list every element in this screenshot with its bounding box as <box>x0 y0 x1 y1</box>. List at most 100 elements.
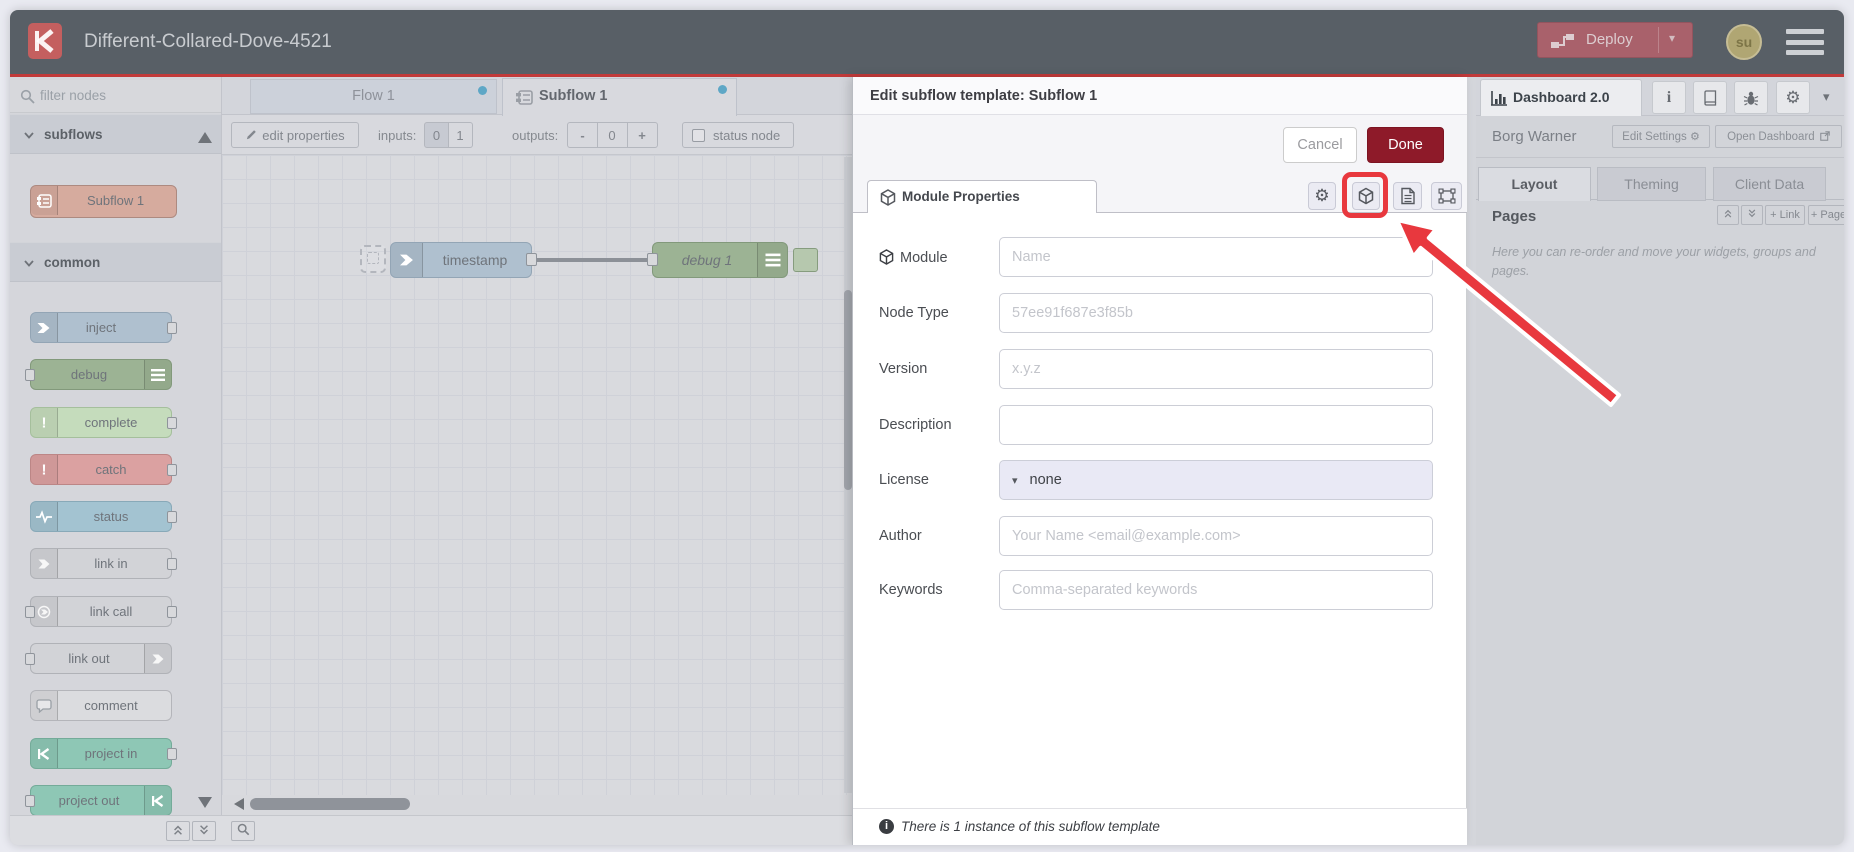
node-red-window: Different-Collared-Dove-4521 Deploy ▾ su… <box>10 10 1844 845</box>
cube-icon <box>879 249 894 265</box>
chart-icon <box>1491 91 1507 106</box>
cube-icon <box>880 189 896 206</box>
zoom-search-button[interactable] <box>231 821 255 841</box>
palette-node-debug[interactable]: debug <box>25 359 172 390</box>
output-port <box>167 748 177 760</box>
add-link-button[interactable]: + Link <box>1765 205 1805 225</box>
status-node-toggle[interactable]: status node <box>682 122 794 148</box>
appearance-button[interactable] <box>1431 182 1462 210</box>
dashboard-section-header: Borg Warner Edit Settings ⚙ Open Dashboa… <box>1476 116 1844 158</box>
sidebar-splitter[interactable] <box>1466 77 1476 845</box>
help-tab-button[interactable] <box>1693 81 1727 114</box>
info-tab-button[interactable]: i <box>1652 81 1686 114</box>
inputs-1-button[interactable]: 1 <box>448 122 473 148</box>
palette-scroll-up-icon[interactable] <box>198 132 212 143</box>
unsaved-dot <box>718 85 727 94</box>
open-dashboard-button[interactable]: Open Dashboard <box>1715 125 1842 148</box>
unsaved-dot <box>478 86 487 95</box>
palette-node-subflow1[interactable]: Subflow 1 <box>30 185 177 218</box>
dashboard-subtabs: Layout Theming Client Data <box>1476 158 1844 201</box>
license-dropdown[interactable]: ▾ none <box>999 460 1433 500</box>
author-input[interactable] <box>999 516 1433 556</box>
annotation-arrow <box>1395 218 1622 407</box>
inputs-0-button[interactable]: 0 <box>424 122 449 148</box>
debug-enable-toggle[interactable] <box>793 248 818 272</box>
hscroll-thumb[interactable] <box>250 798 410 810</box>
field-label: Node Type <box>879 305 949 321</box>
move-up-button[interactable] <box>1717 205 1739 225</box>
expand-all-button[interactable] <box>192 821 216 841</box>
palette-search[interactable]: filter nodes <box>10 80 221 113</box>
subflow-toolbar: edit properties inputs: 0 1 outputs: - 0… <box>222 115 852 155</box>
config-tab-button[interactable]: ⚙ <box>1776 81 1810 114</box>
palette-category-subflows[interactable]: subflows <box>10 114 221 154</box>
outputs-plus-button[interactable]: + <box>627 122 658 148</box>
output-port <box>167 464 177 476</box>
edit-settings-button[interactable]: Edit Settings ⚙ <box>1612 125 1710 148</box>
collapse-all-button[interactable] <box>166 821 190 841</box>
deploy-divider <box>1658 27 1659 53</box>
field-label: Author <box>879 528 922 544</box>
palette-node-project-in[interactable]: project in <box>30 738 177 769</box>
tab-theming[interactable]: Theming <box>1597 167 1706 201</box>
dialog-footer: i There is 1 instance of this subflow te… <box>853 808 1467 845</box>
palette-node-link-call[interactable]: link call <box>25 596 177 627</box>
output-port[interactable] <box>526 253 537 266</box>
right-sidebar: Dashboard 2.0 i ⚙ ▾ Borg Warner Edit Set… <box>1476 77 1844 845</box>
input-port[interactable] <box>647 253 658 266</box>
properties-gear-button[interactable]: ⚙ <box>1308 182 1336 210</box>
canvas-footer <box>222 815 852 845</box>
user-avatar[interactable]: su <box>1726 24 1762 60</box>
tab-flow-1[interactable]: Flow 1 <box>250 79 497 114</box>
canvas-node-debug1[interactable]: debug 1 <box>647 242 788 278</box>
hscroll-left-arrow[interactable] <box>234 798 244 810</box>
deploy-button[interactable]: Deploy ▾ <box>1537 22 1693 58</box>
document-icon <box>1400 187 1415 205</box>
debug-tab-button[interactable] <box>1734 81 1768 114</box>
vscroll-thumb[interactable] <box>844 290 852 490</box>
main-menu-icon[interactable] <box>1786 29 1824 55</box>
pencil-icon <box>247 129 257 139</box>
edit-properties-button[interactable]: edit properties <box>231 122 359 148</box>
magnifier-icon <box>237 823 249 836</box>
tab-client-data[interactable]: Client Data <box>1713 167 1826 201</box>
deploy-caret-icon[interactable]: ▾ <box>1669 31 1675 45</box>
sidebar-more-caret-icon[interactable]: ▾ <box>1823 89 1830 105</box>
palette-node-project-out[interactable]: project out <box>25 785 172 816</box>
add-page-button[interactable]: + Page <box>1808 205 1844 225</box>
subflow-input-stub <box>360 245 386 273</box>
palette-node-link-in[interactable]: link in <box>30 548 177 579</box>
tab-module-properties[interactable]: Module Properties <box>867 180 1097 213</box>
project-title: Different-Collared-Dove-4521 <box>84 31 332 52</box>
field-label: License <box>879 472 929 488</box>
inputs-label: inputs: <box>378 128 417 143</box>
palette-scroll-down-icon[interactable] <box>198 797 212 808</box>
description-button[interactable] <box>1393 182 1422 210</box>
chevron-down-icon <box>24 132 34 139</box>
book-icon <box>1704 89 1717 106</box>
outputs-value[interactable]: 0 <box>597 122 628 148</box>
palette-category-common[interactable]: common <box>10 242 221 282</box>
dialog-title: Edit subflow template: Subflow 1 <box>853 77 1467 115</box>
tab-dashboard-2[interactable]: Dashboard 2.0 <box>1480 79 1642 116</box>
tab-layout[interactable]: Layout <box>1478 167 1591 201</box>
status-node-checkbox <box>692 129 705 142</box>
done-button[interactable]: Done <box>1367 127 1444 163</box>
app-header: Different-Collared-Dove-4521 Deploy ▾ su <box>10 10 1844 74</box>
palette-node-link-out[interactable]: link out <box>25 643 172 674</box>
tab-subflow-1[interactable]: Subflow 1 <box>502 78 737 116</box>
palette-node-status[interactable]: status <box>30 501 177 532</box>
palette-search-placeholder: filter nodes <box>40 88 107 103</box>
palette-node-inject[interactable]: inject <box>30 312 177 343</box>
canvas-node-timestamp[interactable]: timestamp <box>390 242 537 278</box>
vscroll-track[interactable] <box>844 157 852 793</box>
keywords-input[interactable] <box>999 570 1433 610</box>
output-port <box>167 322 177 334</box>
cancel-button[interactable]: Cancel <box>1283 127 1357 163</box>
input-port <box>25 795 35 807</box>
outputs-minus-button[interactable]: - <box>567 122 598 148</box>
palette-node-comment[interactable]: comment <box>30 690 172 721</box>
palette-node-catch[interactable]: ! catch <box>30 454 177 485</box>
move-down-button[interactable] <box>1741 205 1763 225</box>
palette-node-complete[interactable]: ! complete <box>30 407 177 438</box>
